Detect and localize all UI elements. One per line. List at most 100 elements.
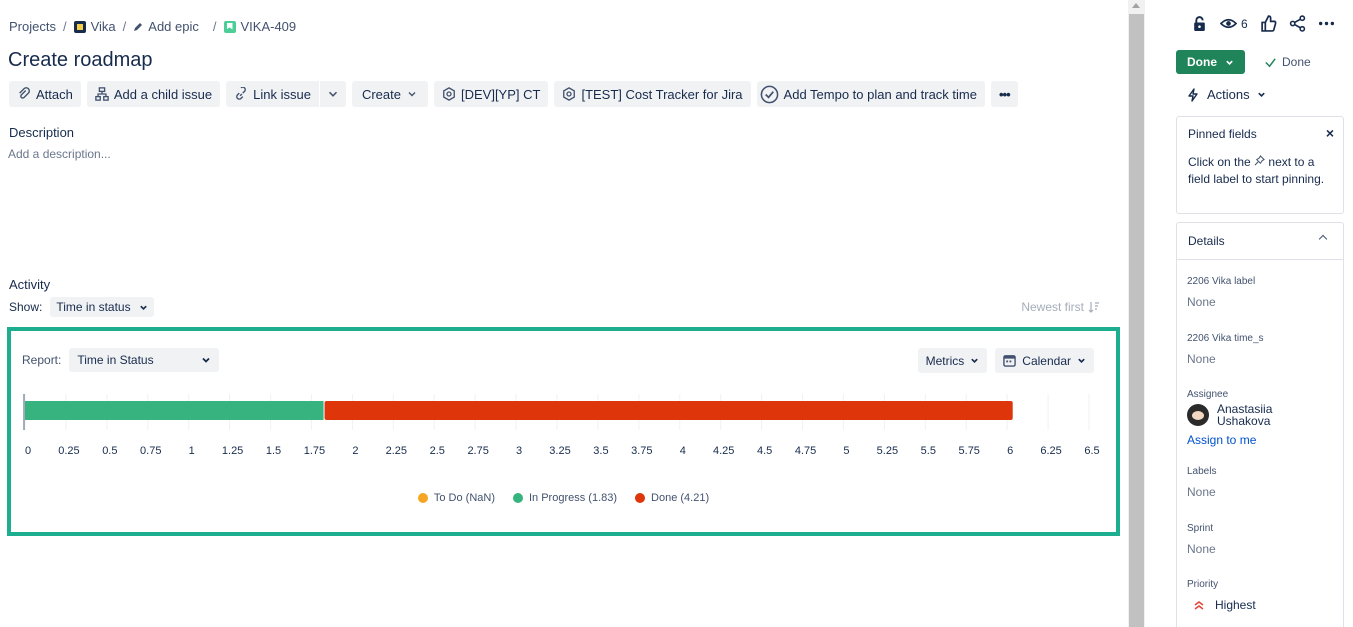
- breadcrumb-add-epic-label[interactable]: Add epic: [148, 19, 199, 34]
- story-icon: [223, 20, 236, 33]
- bar-in-progress[interactable]: [25, 401, 324, 420]
- description-field[interactable]: Add a description...: [8, 147, 111, 161]
- field-assignee-name: Assignee: [1187, 389, 1229, 400]
- details-title[interactable]: Details: [1188, 234, 1225, 248]
- legend-swatch-done: [635, 493, 646, 503]
- x-tick-label: 1: [189, 445, 195, 457]
- app-dev-ct-button[interactable]: [DEV][YP] CT: [433, 81, 549, 107]
- x-tick-label: 5.5: [921, 445, 936, 457]
- link-icon: [236, 87, 246, 100]
- assign-to-me-link[interactable]: Assign to me: [1187, 433, 1272, 447]
- x-tick-label: 5.75: [959, 445, 980, 457]
- field-priority-name: Priority: [1187, 579, 1219, 590]
- thumbs-up-icon[interactable]: [1260, 15, 1277, 32]
- status-label: Done: [1187, 55, 1217, 69]
- lock-icon[interactable]: [1191, 15, 1208, 32]
- pinned-fields-card: Pinned fields × Click on the next to a f…: [1176, 116, 1344, 214]
- calendar-button[interactable]: Calendar: [995, 348, 1094, 373]
- field-sprint-value[interactable]: None: [1187, 542, 1216, 556]
- breadcrumb-project-label[interactable]: Vika: [91, 19, 116, 34]
- sort-newest-first[interactable]: Newest first: [1021, 300, 1100, 314]
- time-in-status-chart: 0 0.25 0.5 0.75 1 1.25 1.5 1.75 2 2.25 2.5 2.75 3 3.2…: [23, 394, 1100, 457]
- activity-show-select[interactable]: Time in status: [50, 297, 154, 317]
- breadcrumb-projects[interactable]: Projects: [9, 19, 56, 34]
- actions-button[interactable]: Actions: [1186, 87, 1266, 102]
- priority-highest-icon: [1194, 601, 1204, 610]
- report-type-select[interactable]: Time in Status: [69, 348, 220, 372]
- field-vika-time-name: 2206 Vika time_s: [1187, 333, 1264, 344]
- chevron-down-icon: [1078, 358, 1085, 363]
- breadcrumb-add-epic[interactable]: Add epic: [133, 19, 199, 34]
- x-tick-label: 1.25: [222, 445, 243, 457]
- x-tick-label: 3.5: [593, 445, 608, 457]
- field-vika-label-value[interactable]: None: [1187, 295, 1255, 309]
- legend-label-in-progress: In Progress (1.83): [528, 492, 618, 504]
- breadcrumb-issue-key[interactable]: VIKA-409: [241, 19, 297, 34]
- status-transition-button[interactable]: Done: [1176, 50, 1245, 74]
- priority-value[interactable]: Highest: [1187, 598, 1256, 612]
- issue-toolbar: Attach Add a child issue Link issue Crea…: [9, 81, 1018, 107]
- add-child-label: Add a child issue: [113, 86, 213, 102]
- watch-count: 6: [1241, 16, 1248, 31]
- breadcrumb-separator: /: [212, 19, 217, 34]
- resolution-indicator: Done: [1264, 55, 1311, 69]
- link-issue-button[interactable]: Link issue: [226, 81, 319, 107]
- resolution-label: Done: [1282, 55, 1311, 69]
- create-label: Create: [361, 86, 401, 102]
- field-labels-value[interactable]: None: [1187, 485, 1216, 499]
- app-cost-tracker-label: [TEST] Cost Tracker for Jira: [581, 86, 743, 102]
- link-issue-label: Link issue: [253, 86, 311, 102]
- assignee-value[interactable]: Anastasiia Ushakova: [1187, 403, 1272, 427]
- avatar: [1187, 404, 1209, 426]
- more-icon[interactable]: [1318, 15, 1335, 32]
- add-child-issue-button[interactable]: Add a child issue: [86, 81, 221, 107]
- main-scroll-thumb[interactable]: [1129, 14, 1144, 627]
- metrics-button[interactable]: Metrics: [917, 348, 988, 373]
- x-tick-label: 0.75: [140, 445, 161, 457]
- description-heading: Description: [9, 125, 75, 140]
- paperclip-icon: [19, 87, 30, 99]
- x-tick-label: 6.25: [1040, 445, 1061, 457]
- attach-button[interactable]: Attach: [9, 81, 81, 107]
- field-vika-time-value[interactable]: None: [1187, 352, 1264, 366]
- check-icon: [1265, 57, 1276, 67]
- project-icon: [73, 20, 86, 33]
- add-tempo-button[interactable]: Add Tempo to plan and track time: [756, 81, 985, 107]
- breadcrumb: Projects / Vika / Add epic / VIKA-409: [9, 19, 296, 34]
- legend-item-todo[interactable]: To Do (NaN): [417, 492, 495, 504]
- chevron-down-icon: [1226, 60, 1233, 65]
- x-tick-label: 3.25: [549, 445, 570, 457]
- legend-swatch-in-progress: [512, 493, 523, 503]
- actions-label: Actions: [1207, 87, 1250, 102]
- close-icon[interactable]: ×: [1326, 125, 1334, 141]
- scroll-up-arrow-icon[interactable]: [1132, 3, 1140, 8]
- app-cost-tracker-button[interactable]: [TEST] Cost Tracker for Jira: [554, 81, 751, 107]
- legend-item-in-progress[interactable]: In Progress (1.83): [512, 492, 618, 504]
- chevron-up-icon[interactable]: [1318, 234, 1328, 244]
- watch-button[interactable]: 6: [1220, 15, 1248, 32]
- breadcrumb-separator: /: [62, 19, 67, 34]
- breadcrumb-issue[interactable]: VIKA-409: [223, 19, 297, 34]
- share-icon[interactable]: [1289, 15, 1306, 32]
- x-tick-label: 5: [843, 445, 849, 457]
- field-vika-label-name: 2206 Vika label: [1187, 276, 1256, 287]
- add-tempo-label: Add Tempo to plan and track time: [783, 86, 977, 102]
- breadcrumb-project[interactable]: Vika: [73, 19, 116, 34]
- legend-label-done: Done (4.21): [651, 492, 710, 504]
- details-divider: [1177, 259, 1343, 260]
- x-tick-label: 2: [352, 445, 358, 457]
- breadcrumb-projects-label[interactable]: Projects: [9, 19, 56, 34]
- pinned-hint-start: Click on the: [1188, 155, 1251, 169]
- link-issue-dropdown[interactable]: [319, 81, 346, 107]
- field-vika-time: 2206 Vika time_s None: [1187, 333, 1264, 366]
- more-actions-button[interactable]: •••: [990, 81, 1018, 107]
- bar-done[interactable]: [324, 401, 1013, 420]
- create-button[interactable]: Create: [351, 81, 428, 107]
- x-tick-label: 6: [1007, 445, 1013, 457]
- legend-item-done[interactable]: Done (4.21): [635, 492, 709, 504]
- field-vika-label: 2206 Vika label None: [1187, 276, 1255, 309]
- x-tick-label: 2.75: [467, 445, 488, 457]
- page-title[interactable]: Create roadmap: [8, 49, 153, 72]
- metrics-label: Metrics: [925, 353, 965, 368]
- activity-heading: Activity: [9, 277, 51, 292]
